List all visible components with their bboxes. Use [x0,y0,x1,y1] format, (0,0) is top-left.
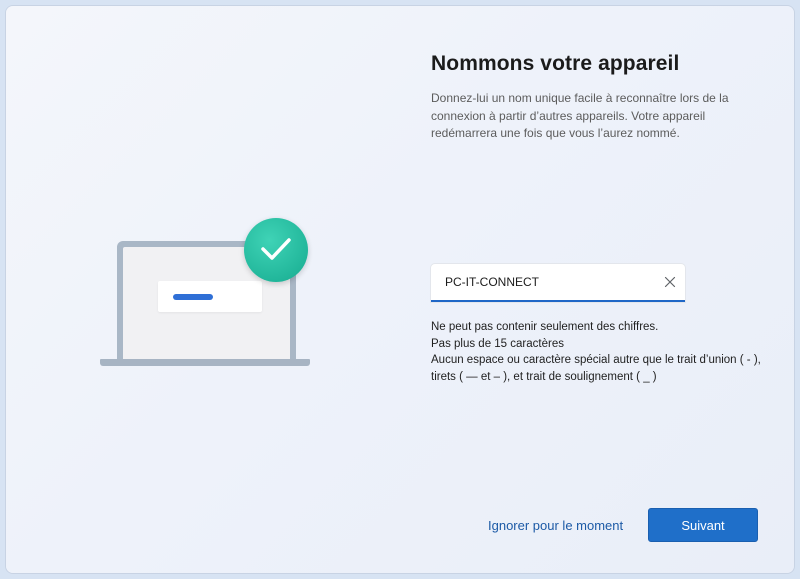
close-icon[interactable] [661,273,679,291]
skip-button[interactable]: Ignorer pour le moment [488,518,623,533]
page-description: Donnez-lui un nom unique facile à reconn… [431,91,729,140]
device-name-input[interactable] [445,272,650,292]
name-bar-graphic [173,294,213,300]
device-illustration [92,212,316,372]
checkmark-icon [244,218,308,282]
naming-rules: Ne peut pas contenir seulement des chiff… [431,319,776,385]
laptop-base [100,359,310,366]
page-title: Nommons votre appareil [431,52,680,75]
rule-item: Ne peut pas contenir seulement des chiff… [431,321,659,333]
setup-window: Nommons votre appareil Donnez-lui un nom… [6,6,794,573]
name-card-graphic [158,281,262,312]
rule-item: Pas plus de 15 caractères [431,337,564,350]
device-name-field[interactable] [431,264,685,302]
next-button[interactable]: Suivant [648,508,758,542]
rule-item: Aucun espace ou caractère spécial autre … [431,354,761,383]
